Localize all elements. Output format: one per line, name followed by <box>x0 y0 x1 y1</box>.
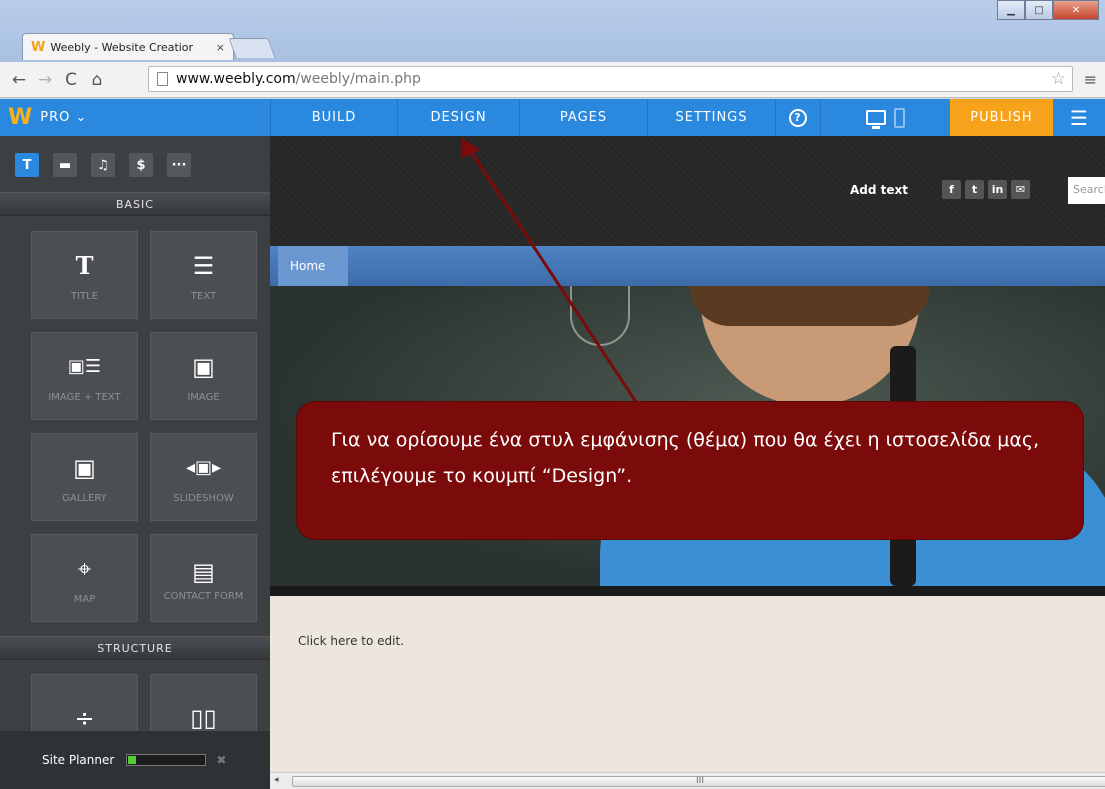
element-text[interactable]: ☰ TEXT <box>150 231 257 319</box>
element-label: IMAGE <box>187 391 220 403</box>
category-tabs: T ▬ ♫ $ ··· <box>0 136 270 192</box>
tab-settings[interactable]: SETTINGS <box>648 99 776 136</box>
content-placeholder-text[interactable]: Click here to edit. <box>298 634 404 648</box>
weebly-favicon-icon: W <box>31 39 46 55</box>
help-icon: ? <box>789 108 807 127</box>
element-contact-form[interactable]: ▤ CONTACT FORM <box>150 534 257 622</box>
structure-section-label: STRUCTURE <box>0 636 270 660</box>
site-planner-label: Site Planner <box>42 753 115 767</box>
address-bar[interactable]: www.weebly.com/weebly/main.php ☆ <box>148 66 1073 92</box>
annotation-text: Για να ορίσουμε ένα στυλ εμφάνισης (θέμα… <box>331 429 1040 487</box>
site-navigation: Home <box>270 246 1105 286</box>
content-area[interactable]: Click here to edit. <box>270 596 1105 648</box>
annotation-callout: Για να ορίσουμε ένα στυλ εμφάνισης (θέμα… <box>297 402 1083 539</box>
site-search-input[interactable]: Search <box>1068 177 1105 204</box>
text-icon: ☰ <box>192 251 215 280</box>
browser-menu-icon[interactable]: ≡ <box>1084 70 1097 89</box>
url-host: www.weebly.com <box>176 71 296 87</box>
maximize-icon[interactable]: □ <box>1025 0 1053 20</box>
forward-icon[interactable]: → <box>32 70 58 90</box>
browser-toolbar: ← → C ⌂ www.weebly.com/weebly/main.php ☆… <box>0 62 1105 98</box>
basic-section-label: BASIC <box>0 192 270 216</box>
tab-title: Weebly - Website Creatior <box>50 40 194 54</box>
reload-icon[interactable]: C <box>58 70 84 90</box>
tab-pages[interactable]: PAGES <box>520 99 648 136</box>
element-label: IMAGE + TEXT <box>48 391 121 403</box>
email-icon[interactable]: ✉ <box>1011 180 1030 199</box>
browser-tab[interactable]: W Weebly - Website Creatior × <box>22 33 234 60</box>
element-label: SLIDESHOW <box>173 492 234 504</box>
window-controls: ▁ □ ✕ <box>997 0 1099 20</box>
chalk-drawing <box>570 286 630 346</box>
minimize-icon[interactable]: ▁ <box>997 0 1025 20</box>
site-header: Add text f t in ✉ Search <box>270 136 1105 246</box>
slideshow-icon: ◂▣▸ <box>185 456 222 478</box>
element-label: TEXT <box>190 290 217 302</box>
image-icon: ▣ <box>192 352 215 381</box>
category-text-icon[interactable]: T <box>15 153 39 177</box>
site-planner-progress <box>126 754 207 766</box>
site-planner[interactable]: Site Planner ✖ <box>0 731 270 789</box>
plan-dropdown[interactable]: PRO ⌄ <box>40 110 87 125</box>
publish-button[interactable]: PUBLISH <box>950 99 1053 136</box>
basic-elements-grid: T TITLE ☰ TEXT ▣☰ IMAGE + TEXT ▣ IMAGE ▣… <box>0 216 270 622</box>
window-close-icon[interactable]: ✕ <box>1053 0 1099 20</box>
element-map[interactable]: ⌖ MAP <box>31 534 138 622</box>
facebook-icon[interactable]: f <box>942 180 961 199</box>
site-planner-close-icon[interactable]: ✖ <box>216 753 226 767</box>
scroll-thumb[interactable]: III <box>292 776 1105 787</box>
tab-design[interactable]: DESIGN <box>398 99 520 136</box>
weebly-brand[interactable]: W PRO ⌄ <box>0 99 270 136</box>
element-title[interactable]: T TITLE <box>31 231 138 319</box>
element-label: MAP <box>73 593 96 605</box>
add-text-placeholder[interactable]: Add text <box>850 183 908 197</box>
hamburger-menu-icon[interactable]: ☰ <box>1053 99 1105 136</box>
url-path: /weebly/main.php <box>295 71 421 87</box>
scroll-left-arrow-icon[interactable]: ◂ <box>274 775 279 785</box>
contact-form-icon: ▤ <box>192 557 215 586</box>
help-button[interactable]: ? <box>776 99 821 136</box>
element-label: TITLE <box>70 290 99 302</box>
weebly-logo-icon: W <box>8 105 33 130</box>
element-label: GALLERY <box>62 492 107 504</box>
tab-close-icon[interactable]: × <box>216 41 225 54</box>
map-pin-icon: ⌖ <box>77 554 92 583</box>
browser-titlebar: W Weebly - Website Creatior × ▁ □ ✕ <box>0 0 1105 62</box>
category-commerce-icon[interactable]: $ <box>129 153 153 177</box>
bookmark-star-icon[interactable]: ☆ <box>1051 69 1066 89</box>
hero-divider <box>270 586 1105 596</box>
weebly-topbar: W PRO ⌄ BUILD DESIGN PAGES SETTINGS ? PU… <box>0 99 1105 136</box>
category-more-icon[interactable]: ··· <box>167 153 191 177</box>
mobile-view-icon[interactable] <box>894 107 905 128</box>
element-image[interactable]: ▣ IMAGE <box>150 332 257 420</box>
tab-build[interactable]: BUILD <box>270 99 398 136</box>
category-layout-icon[interactable]: ▬ <box>53 153 77 177</box>
page-icon <box>157 72 168 86</box>
image-text-icon: ▣☰ <box>67 355 102 377</box>
linkedin-icon[interactable]: in <box>988 180 1007 199</box>
desktop-view-icon[interactable] <box>866 110 886 129</box>
element-slideshow[interactable]: ◂▣▸ SLIDESHOW <box>150 433 257 521</box>
divider-icon: ÷ <box>74 704 95 732</box>
site-planner-progress-fill <box>128 756 137 764</box>
element-image-text[interactable]: ▣☰ IMAGE + TEXT <box>31 332 138 420</box>
category-media-icon[interactable]: ♫ <box>91 153 115 177</box>
twitter-icon[interactable]: t <box>965 180 984 199</box>
home-icon[interactable]: ⌂ <box>84 70 110 90</box>
hero-figure-hair <box>690 286 930 326</box>
site-nav-home[interactable]: Home <box>278 246 348 286</box>
columns-icon: ▯▯ <box>190 704 217 732</box>
element-sidebar: T ▬ ♫ $ ··· BASIC T TITLE ☰ TEXT ▣☰ IMAG… <box>0 136 270 789</box>
element-label: CONTACT FORM <box>163 590 244 602</box>
back-icon[interactable]: ← <box>6 70 32 90</box>
device-toggle <box>821 99 950 136</box>
title-icon: T <box>75 250 94 280</box>
horizontal-scrollbar[interactable]: ◂ III <box>270 772 1105 789</box>
element-gallery[interactable]: ▣ GALLERY <box>31 433 138 521</box>
gallery-icon: ▣ <box>73 453 96 482</box>
new-tab-button[interactable] <box>228 38 276 58</box>
scroll-grip-icon: III <box>696 776 704 786</box>
